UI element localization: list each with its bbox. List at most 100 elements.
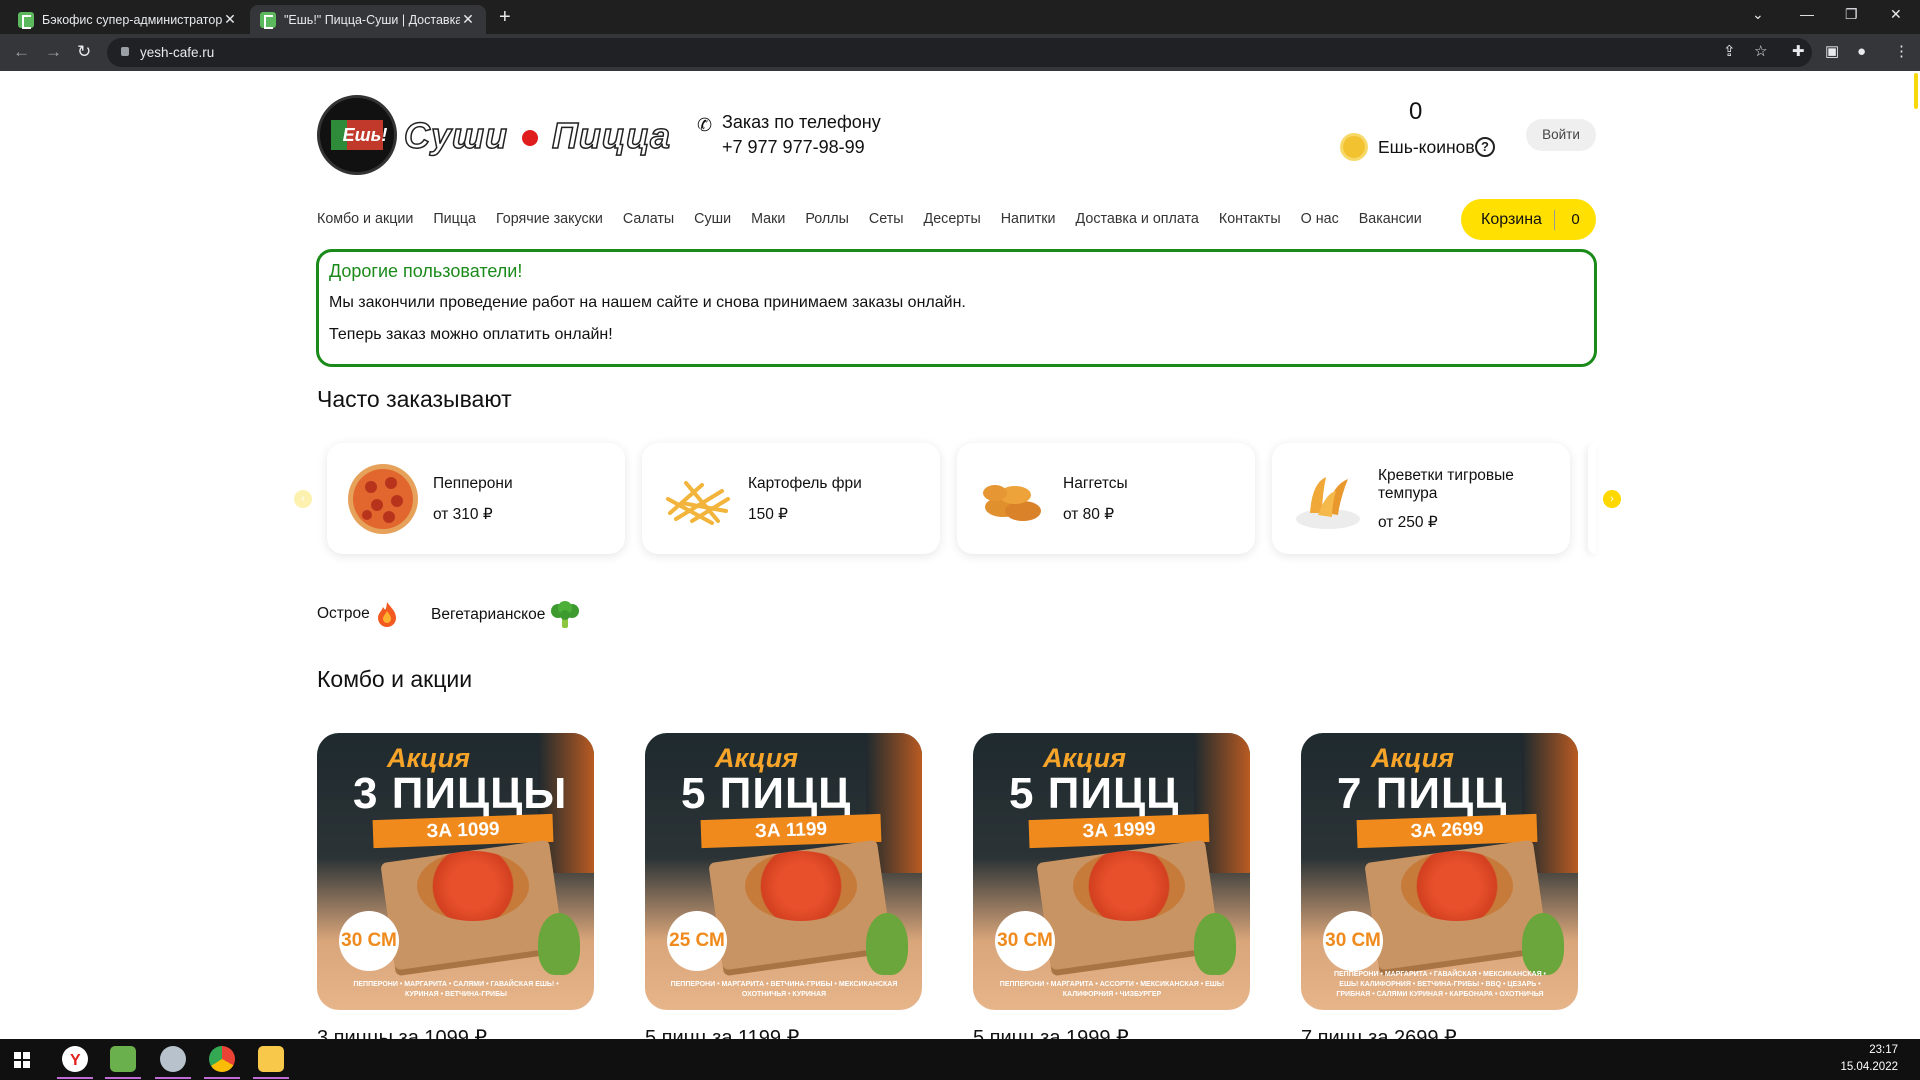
product-card[interactable]: Пепперони от 310 ₽ bbox=[327, 443, 625, 554]
tab-close-icon[interactable]: ✕ bbox=[222, 11, 238, 28]
promo-headline: 5 ПИЦЦ bbox=[1009, 769, 1180, 818]
taskbar-active-indicator bbox=[155, 1077, 191, 1079]
promo-size: 30 СМ bbox=[995, 911, 1055, 971]
nav-item-salads[interactable]: Салаты bbox=[623, 211, 674, 227]
carousel-next-icon[interactable]: › bbox=[1603, 490, 1621, 508]
logo-text[interactable]: Суши Пицца bbox=[403, 114, 671, 157]
bookmark-star-icon[interactable]: ☆ bbox=[1754, 44, 1767, 60]
carousel-prev-icon[interactable]: ‹ bbox=[294, 490, 312, 508]
file-explorer-icon[interactable] bbox=[258, 1046, 284, 1072]
cart-count: 0 bbox=[1571, 211, 1580, 228]
nav-item-hot-snacks[interactable]: Горячие закуски bbox=[496, 211, 603, 227]
help-icon[interactable]: ? bbox=[1475, 137, 1495, 157]
svg-text:Y: Y bbox=[70, 1052, 81, 1069]
promo-size: 30 СМ bbox=[1323, 911, 1383, 971]
nav-item-rolls[interactable]: Роллы bbox=[805, 211, 849, 227]
nav-item-maki[interactable]: Маки bbox=[751, 211, 785, 227]
nav-item-contacts[interactable]: Контакты bbox=[1219, 211, 1281, 227]
basil-image bbox=[1194, 913, 1236, 975]
pizza-image bbox=[745, 851, 857, 921]
product-price: от 310 ₽ bbox=[433, 506, 493, 523]
filter-vegetarian[interactable]: Вегетарианское bbox=[431, 601, 581, 629]
close-window-icon[interactable]: ✕ bbox=[1890, 6, 1902, 23]
extensions-icon[interactable]: ✚ bbox=[1792, 44, 1805, 60]
new-tab-icon[interactable]: + bbox=[499, 7, 511, 27]
minimize-icon[interactable]: — bbox=[1800, 6, 1814, 22]
pizza-image bbox=[1401, 851, 1513, 921]
promo-headline: 3 ПИЦЦЫ bbox=[353, 769, 568, 818]
cart-label: Корзина bbox=[1481, 210, 1542, 228]
nav-item-sets[interactable]: Сеты bbox=[869, 211, 904, 227]
login-button[interactable]: Войти bbox=[1526, 119, 1596, 151]
filter-spicy-label: Острое bbox=[317, 605, 370, 622]
nav-item-delivery[interactable]: Доставка и оплата bbox=[1076, 211, 1199, 227]
frequent-title: Часто заказывают bbox=[317, 386, 512, 412]
clock-date[interactable]: 15.04.2022 bbox=[1840, 1061, 1898, 1073]
basil-image bbox=[538, 913, 580, 975]
promo-card-image[interactable]: Акция 3 ПИЦЦЫ ЗА 1099 30 СМ ПЕППЕРОНИ • … bbox=[317, 733, 594, 1010]
promo-card-image[interactable]: Акция 5 ПИЦЦ ЗА 1199 25 СМ ПЕППЕРОНИ • М… bbox=[645, 733, 922, 1010]
profile-icon[interactable]: ● bbox=[1857, 44, 1866, 60]
promo-title[interactable]: 5 пицц за 1199 ₽ bbox=[645, 1025, 799, 1039]
nav-item-vacancies[interactable]: Вакансии bbox=[1359, 211, 1422, 227]
notice-text: Мы закончили проведение работ на нашем с… bbox=[329, 294, 966, 311]
promo-title[interactable]: 7 пицц за 2699 ₽ bbox=[1301, 1025, 1457, 1039]
coins-label: Ешь-коинов bbox=[1378, 137, 1475, 157]
phone-title: Заказ по телефону bbox=[722, 112, 881, 132]
coin-icon bbox=[1340, 133, 1368, 161]
forward-icon[interactable]: → bbox=[45, 43, 62, 61]
product-card[interactable]: Наггетсы от 80 ₽ bbox=[957, 443, 1255, 554]
promo-size: 30 СМ bbox=[339, 911, 399, 971]
tab-search-icon[interactable]: ⌄ bbox=[1752, 6, 1764, 23]
browser-toolbar: ← → ↻ yesh-cafe.ru ⇪ ☆ ✚ ▣ ● ⋮ bbox=[0, 34, 1920, 71]
yandex-browser-icon[interactable]: Y bbox=[62, 1046, 88, 1072]
logo[interactable]: Ешь! bbox=[317, 95, 397, 175]
product-name: Пепперони bbox=[433, 475, 513, 492]
scrollbar-thumb[interactable] bbox=[1914, 73, 1918, 109]
nav-item-drinks[interactable]: Напитки bbox=[1001, 211, 1056, 227]
tab-close-icon[interactable]: ✕ bbox=[460, 11, 476, 28]
nav-item-desserts[interactable]: Десерты bbox=[924, 211, 981, 227]
page-scrollbar[interactable] bbox=[1912, 71, 1920, 1039]
app-icon[interactable] bbox=[110, 1046, 136, 1072]
reload-icon[interactable]: ↻ bbox=[77, 43, 91, 61]
page-content: Ешь! Суши Пицца ✆ Заказ по телефону +7 97… bbox=[0, 71, 1920, 1039]
promo-title[interactable]: 3 пиццы за 1099 ₽ bbox=[317, 1025, 487, 1039]
promo-card-image[interactable]: Акция 5 ПИЦЦ ЗА 1999 30 СМ ПЕППЕРОНИ • М… bbox=[973, 733, 1250, 1010]
promo-title[interactable]: 5 пицц за 1999 ₽ bbox=[973, 1025, 1129, 1039]
tab-yesh-cafe[interactable]: "Ешь!" Пицца-Суши | Доставка ✕ bbox=[250, 5, 486, 34]
chrome-icon[interactable] bbox=[209, 1046, 235, 1072]
product-name: Креветки тигровые темпура bbox=[1378, 467, 1514, 502]
logo-badge: Ешь! bbox=[331, 120, 387, 150]
promo-headline: 5 ПИЦЦ bbox=[681, 769, 852, 818]
phone-number[interactable]: +7 977 977-98-99 bbox=[722, 137, 865, 158]
logo-text-sushi: Суши bbox=[403, 114, 509, 157]
menu-icon[interactable]: ⋮ bbox=[1894, 44, 1909, 60]
main-nav: Комбо и акции Пицца Горячие закуски Сала… bbox=[317, 211, 1442, 227]
taskbar-active-indicator bbox=[253, 1077, 289, 1079]
share-icon[interactable]: ⇪ bbox=[1723, 44, 1736, 60]
logo-dot-icon bbox=[522, 130, 539, 147]
logo-text-pizza: Пицца bbox=[551, 114, 671, 157]
cart-button[interactable]: Корзина 0 bbox=[1461, 199, 1596, 240]
promo-pizza-list: ПЕППЕРОНИ • МАРГАРИТА • АССОРТИ • МЕКСИК… bbox=[999, 981, 1225, 998]
promo-card-image[interactable]: Акция 7 ПИЦЦ ЗА 2699 30 СМ ПЕППЕРОНИ • М… bbox=[1301, 733, 1578, 1010]
windows-start-icon[interactable] bbox=[14, 1052, 30, 1068]
filter-spicy[interactable]: Острое bbox=[317, 601, 398, 627]
product-card[interactable]: Картофель фри 150 ₽ bbox=[642, 443, 940, 554]
address-bar[interactable]: yesh-cafe.ru bbox=[107, 38, 1812, 67]
restore-icon[interactable]: ❐ bbox=[1845, 6, 1858, 23]
app-icon[interactable] bbox=[160, 1046, 186, 1072]
nav-item-combo[interactable]: Комбо и акции bbox=[317, 211, 413, 227]
pizza-image bbox=[417, 851, 529, 921]
nav-item-about[interactable]: О нас bbox=[1301, 211, 1339, 227]
tab-backoffice[interactable]: Бэкофис супер-администратора ✕ bbox=[8, 5, 248, 34]
nav-item-pizza[interactable]: Пицца bbox=[433, 211, 476, 227]
phone-icon: ✆ bbox=[697, 115, 713, 135]
side-panel-icon[interactable]: ▣ bbox=[1825, 44, 1839, 60]
product-price: от 80 ₽ bbox=[1063, 506, 1115, 523]
clock-time[interactable]: 23:17 bbox=[1869, 1044, 1898, 1056]
back-icon[interactable]: ← bbox=[13, 43, 30, 61]
product-card[interactable]: Креветки тигровые темпура от 250 ₽ bbox=[1272, 443, 1570, 554]
nav-item-sushi[interactable]: Суши bbox=[694, 211, 731, 227]
